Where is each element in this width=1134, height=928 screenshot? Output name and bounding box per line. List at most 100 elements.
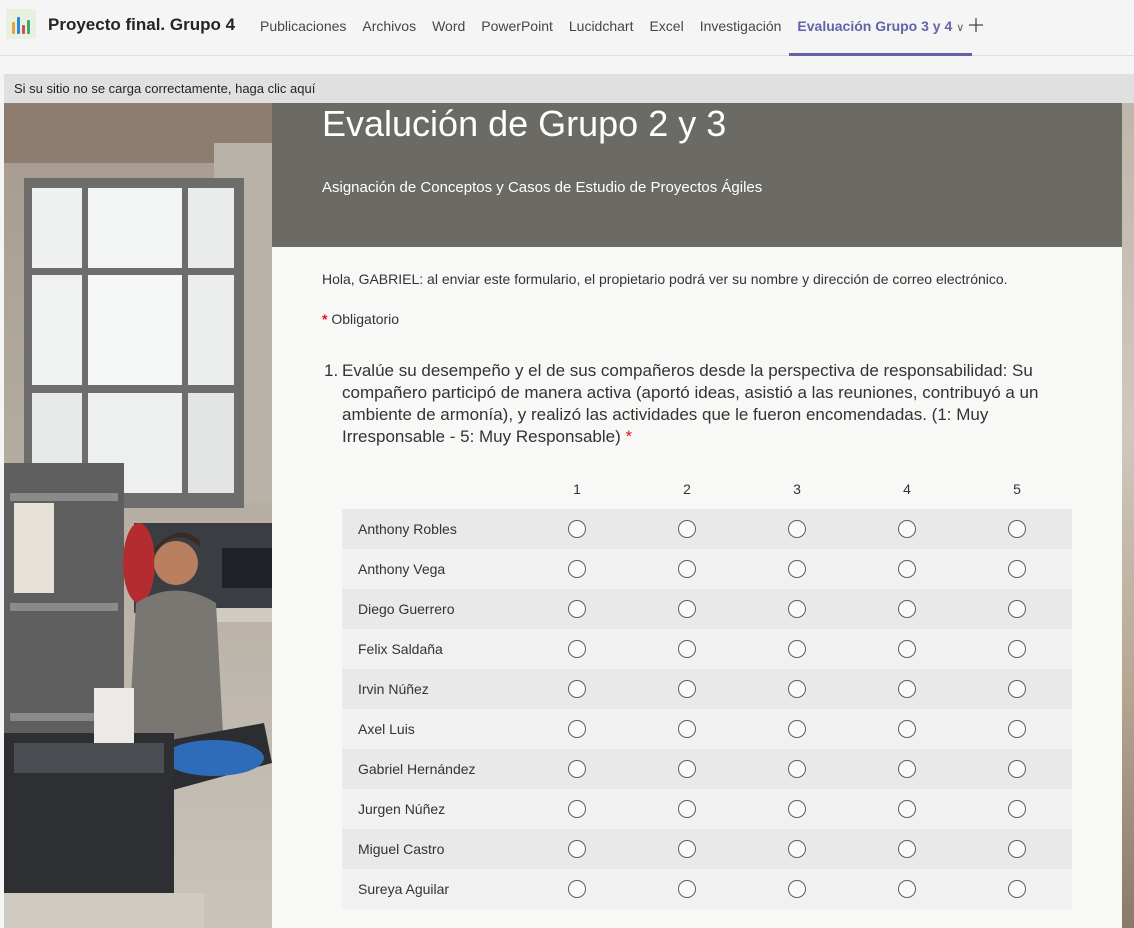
radio-button-1[interactable]: [568, 680, 586, 698]
tab-4[interactable]: Lucidchart: [561, 0, 642, 56]
radio-button-3[interactable]: [788, 760, 806, 778]
radio-button-1[interactable]: [568, 760, 586, 778]
radio-button-3[interactable]: [788, 840, 806, 858]
form-subtitle: Asignación de Conceptos y Casos de Estud…: [322, 179, 763, 196]
radio-button-2[interactable]: [678, 520, 696, 538]
row-label: Anthony Robles: [358, 521, 457, 537]
tab-list: Publicaciones Archivos Word PowerPoint Lucid…: [252, 0, 973, 56]
chevron-down-icon[interactable]: ∨: [956, 22, 964, 34]
tab-1[interactable]: Archivos: [354, 0, 424, 56]
likert-row: Irvin Núñez: [342, 669, 1072, 709]
radio-button-3[interactable]: [788, 560, 806, 578]
radio-button-4[interactable]: [898, 520, 916, 538]
add-tab-button[interactable]: [968, 14, 984, 38]
radio-button-1[interactable]: [568, 640, 586, 658]
radio-button-4[interactable]: [898, 640, 916, 658]
radio-button-3[interactable]: [788, 880, 806, 898]
radio-button-2[interactable]: [678, 880, 696, 898]
radio-button-3[interactable]: [788, 680, 806, 698]
radio-button-5[interactable]: [1008, 560, 1026, 578]
radio-button-1[interactable]: [568, 520, 586, 538]
likert-matrix: 1 2 3 4 5 Anthony Robles Anthony Vega Diego Gu…: [342, 475, 1072, 909]
tab-label: PowerPoint: [481, 18, 553, 34]
radio-button-5[interactable]: [1008, 840, 1026, 858]
question-number: 1.: [324, 361, 339, 380]
radio-button-1[interactable]: [568, 560, 586, 578]
team-title: Proyecto final. Grupo 4: [48, 15, 236, 34]
likert-row: Felix Saldaña: [342, 629, 1072, 669]
tab-0[interactable]: Publicaciones: [252, 0, 354, 56]
radio-button-5[interactable]: [1008, 760, 1026, 778]
likert-row: Diego Guerrero: [342, 589, 1072, 629]
row-label: Axel Luis: [358, 721, 415, 737]
radio-button-2[interactable]: [678, 800, 696, 818]
radio-button-5[interactable]: [1008, 800, 1026, 818]
radio-button-3[interactable]: [788, 800, 806, 818]
radio-button-1[interactable]: [568, 880, 586, 898]
plus-icon: [968, 13, 984, 38]
radio-button-2[interactable]: [678, 720, 696, 738]
radio-button-5[interactable]: [1008, 720, 1026, 738]
radio-button-2[interactable]: [678, 640, 696, 658]
radio-button-5[interactable]: [1008, 600, 1026, 618]
radio-button-3[interactable]: [788, 520, 806, 538]
radio-button-4[interactable]: [898, 560, 916, 578]
radio-button-2[interactable]: [678, 760, 696, 778]
radio-button-4[interactable]: [898, 760, 916, 778]
radio-button-1[interactable]: [568, 600, 586, 618]
tab-7[interactable]: Evaluación Grupo 3 y 4 ∨: [789, 0, 973, 56]
likert-header: 1 2 3 4 5: [342, 475, 1072, 509]
required-label: Obligatorio: [331, 311, 400, 327]
likert-row: Axel Luis: [342, 709, 1072, 749]
tab-5[interactable]: Excel: [641, 0, 691, 56]
radio-button-2[interactable]: [678, 680, 696, 698]
radio-button-4[interactable]: [898, 800, 916, 818]
teams-app-icon[interactable]: [6, 9, 36, 39]
radio-button-3[interactable]: [788, 600, 806, 618]
scale-label-2: 2: [683, 481, 691, 497]
radio-button-2[interactable]: [678, 560, 696, 578]
scale-label-5: 5: [1013, 481, 1021, 497]
likert-body: Anthony Robles Anthony Vega Diego Guerrero…: [342, 509, 1072, 909]
likert-row: Sureya Aguilar: [342, 869, 1072, 909]
radio-button-2[interactable]: [678, 840, 696, 858]
tab-6[interactable]: Investigación: [692, 0, 790, 56]
likert-row: Gabriel Hernández: [342, 749, 1072, 789]
row-label: Jurgen Núñez: [358, 801, 446, 817]
tab-label: Investigación: [699, 18, 782, 34]
radio-button-4[interactable]: [898, 680, 916, 698]
likert-row: Anthony Robles: [342, 509, 1072, 549]
tab-label: Excel: [649, 18, 684, 34]
tab-label: Publicaciones: [260, 18, 347, 34]
tab-2[interactable]: Word: [424, 0, 473, 56]
required-legend: * Obligatorio: [322, 311, 399, 327]
form-header: Evalución de Grupo 2 y 3 Asignación de C…: [272, 103, 1122, 247]
question-1: 1. Evalúe su desempeño y el de sus compa…: [324, 360, 1044, 448]
reload-notice-link[interactable]: Si su sitio no se carga correctamente, h…: [4, 74, 1134, 103]
scale-label-3: 3: [793, 481, 801, 497]
tab-label: Lucidchart: [568, 18, 634, 34]
radio-button-4[interactable]: [898, 720, 916, 738]
office-background-image: [4, 103, 272, 928]
row-label: Sureya Aguilar: [358, 881, 450, 897]
radio-button-5[interactable]: [1008, 880, 1026, 898]
radio-button-3[interactable]: [788, 640, 806, 658]
radio-button-5[interactable]: [1008, 520, 1026, 538]
radio-button-5[interactable]: [1008, 640, 1026, 658]
radio-button-1[interactable]: [568, 720, 586, 738]
radio-button-1[interactable]: [568, 840, 586, 858]
radio-button-4[interactable]: [898, 840, 916, 858]
radio-button-3[interactable]: [788, 720, 806, 738]
radio-button-1[interactable]: [568, 800, 586, 818]
likert-row: Miguel Castro: [342, 829, 1072, 869]
scale-label-1: 1: [573, 481, 581, 497]
radio-button-2[interactable]: [678, 600, 696, 618]
question-required-star: *: [625, 427, 633, 446]
radio-button-4[interactable]: [898, 880, 916, 898]
row-label: Felix Saldaña: [358, 641, 443, 657]
radio-button-4[interactable]: [898, 600, 916, 618]
tab-3[interactable]: PowerPoint: [473, 0, 561, 56]
likert-row: Jurgen Núñez: [342, 789, 1072, 829]
row-label: Gabriel Hernández: [358, 761, 476, 777]
radio-button-5[interactable]: [1008, 680, 1026, 698]
